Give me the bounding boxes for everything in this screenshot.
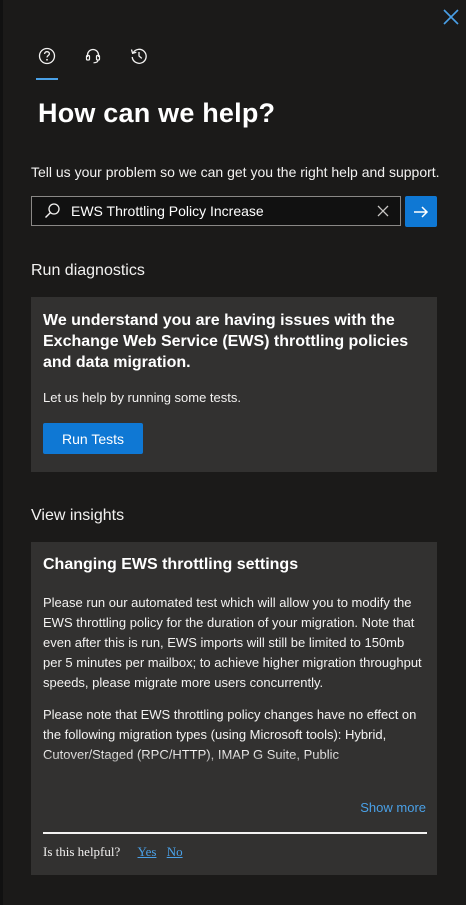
help-panel: How can we help? Tell us your problem so… (0, 0, 466, 905)
helpful-feedback: Is this helpful? Yes No (43, 844, 183, 860)
run-tests-button[interactable]: Run Tests (43, 423, 143, 454)
helpful-label: Is this helpful? (43, 844, 121, 859)
helpful-yes-link[interactable]: Yes (138, 844, 157, 859)
insight-paragraph: Please run our automated test which will… (43, 595, 422, 690)
divider (43, 832, 427, 834)
help-circle-icon[interactable] (36, 46, 58, 80)
view-insights-title: View insights (31, 507, 125, 524)
help-tabs (36, 46, 149, 80)
arrow-right-icon (414, 205, 429, 218)
headset-icon[interactable] (83, 46, 103, 66)
close-icon[interactable] (440, 6, 462, 28)
fade-overlay (43, 751, 425, 777)
insight-title: Changing EWS throttling settings (43, 556, 299, 573)
insight-card: Changing EWS throttling settings Please … (31, 542, 437, 875)
search-submit-button[interactable] (405, 196, 437, 227)
helpful-no-link[interactable]: No (167, 844, 183, 859)
history-icon[interactable] (129, 46, 149, 66)
search-input[interactable]: EWS Throttling Policy Increase (31, 196, 401, 226)
diagnostics-message: We understand you are having issues with… (43, 312, 409, 371)
panel-edge (0, 0, 3, 905)
show-more-link[interactable]: Show more (360, 800, 426, 815)
run-diagnostics-title: Run diagnostics (31, 262, 145, 279)
diagnostics-card: We understand you are having issues with… (31, 297, 437, 472)
intro-text: Tell us your problem so we can get you t… (31, 164, 440, 180)
clear-icon[interactable] (376, 204, 390, 218)
page-title: How can we help? (38, 98, 276, 128)
search-icon (45, 203, 60, 218)
diagnostics-subtext: Let us help by running some tests. (43, 390, 242, 405)
insight-body: Please run our automated test which will… (43, 593, 425, 777)
search-value[interactable]: EWS Throttling Policy Increase (71, 203, 376, 219)
